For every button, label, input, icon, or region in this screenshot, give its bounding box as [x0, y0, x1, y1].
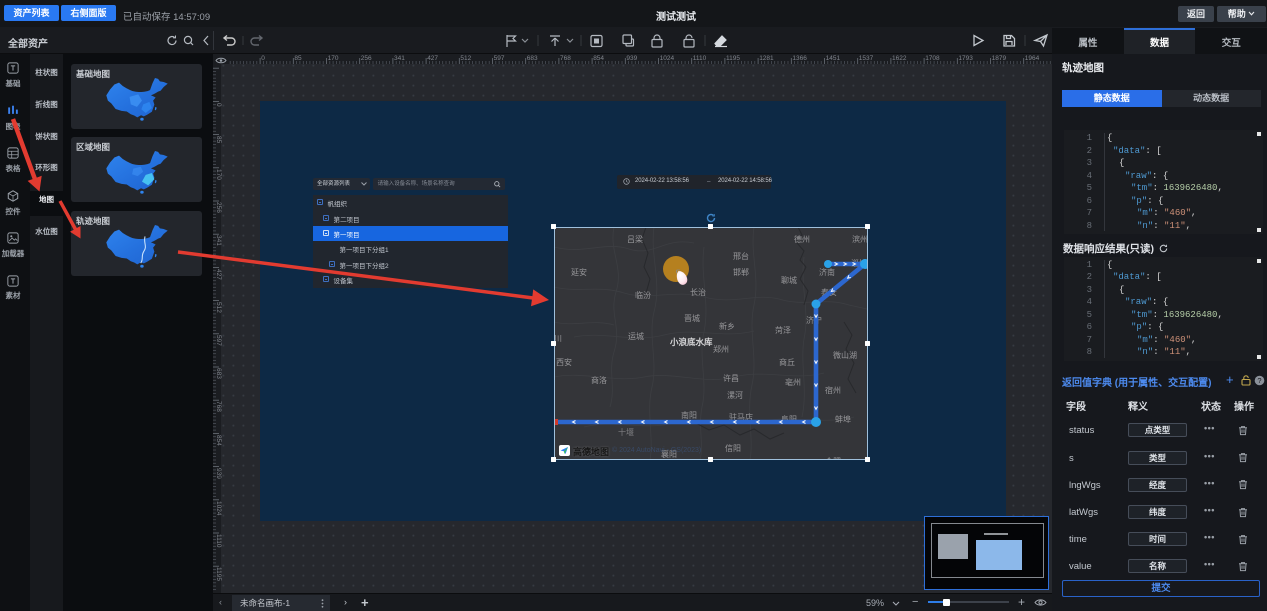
svg-text:?: ?: [1257, 376, 1261, 385]
